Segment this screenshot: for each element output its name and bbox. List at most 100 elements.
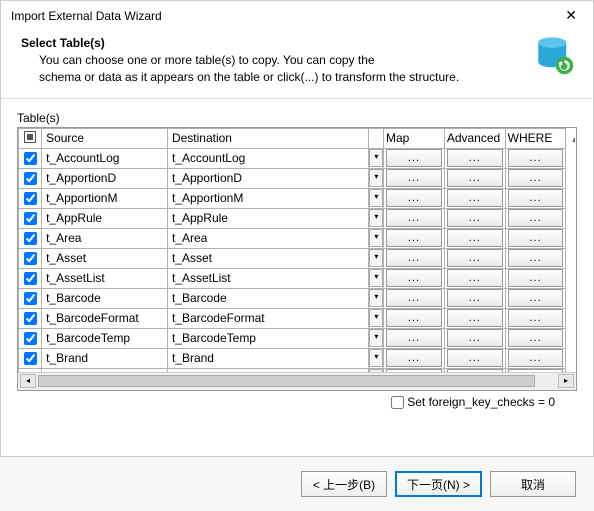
row-checkbox[interactable]: [24, 332, 37, 345]
destination-cell[interactable]: t_Barcode: [167, 288, 368, 308]
where-button[interactable]: ...: [508, 189, 564, 207]
advanced-button[interactable]: ...: [447, 189, 503, 207]
where-button[interactable]: ...: [508, 289, 564, 307]
map-button[interactable]: ...: [386, 329, 442, 347]
source-cell[interactable]: t_BarcodeTemp: [42, 328, 168, 348]
map-button[interactable]: ...: [386, 149, 442, 167]
col-where[interactable]: WHERE: [505, 128, 566, 148]
source-cell[interactable]: t_Brand: [42, 348, 168, 368]
row-checkbox[interactable]: [24, 312, 37, 325]
destination-dropdown-icon[interactable]: ▾: [369, 309, 383, 327]
grid-scroll-area[interactable]: Source Destination Map Advanced WHERE ▲ …: [18, 128, 576, 372]
row-checkbox[interactable]: [24, 192, 37, 205]
destination-dropdown-icon[interactable]: ▾: [369, 209, 383, 227]
hscroll-left-icon[interactable]: ◂: [20, 374, 36, 388]
advanced-button[interactable]: ...: [447, 309, 503, 327]
map-button[interactable]: ...: [386, 209, 442, 227]
where-button[interactable]: ...: [508, 209, 564, 227]
advanced-button[interactable]: ...: [447, 209, 503, 227]
close-icon[interactable]: ✕: [559, 7, 583, 24]
source-cell[interactable]: t_AppRule: [42, 208, 168, 228]
col-destination[interactable]: Destination: [167, 128, 368, 148]
hscroll-thumb[interactable]: [38, 375, 535, 387]
col-source[interactable]: Source: [42, 128, 168, 148]
where-button[interactable]: ...: [508, 349, 564, 367]
where-button[interactable]: ...: [508, 169, 564, 187]
destination-dropdown-icon[interactable]: ▾: [369, 349, 383, 367]
map-button[interactable]: ...: [386, 289, 442, 307]
row-checkbox[interactable]: [24, 212, 37, 225]
advanced-button[interactable]: ...: [447, 329, 503, 347]
where-button[interactable]: ...: [508, 369, 564, 372]
destination-cell[interactable]: t_Asset: [167, 248, 368, 268]
advanced-button[interactable]: ...: [447, 269, 503, 287]
destination-dropdown-icon[interactable]: ▾: [369, 269, 383, 287]
fk-checkbox[interactable]: [391, 396, 404, 409]
destination-cell[interactable]: t_Brand: [167, 348, 368, 368]
col-map[interactable]: Map: [384, 128, 445, 148]
destination-cell[interactable]: t_AccountLog: [167, 148, 368, 168]
row-checkbox[interactable]: [24, 152, 37, 165]
table-row: t_Areat_Area▾.........: [19, 228, 576, 248]
back-button[interactable]: < 上一步(B): [301, 471, 387, 497]
destination-cell[interactable]: t_BarcodeFormat: [167, 308, 368, 328]
hscroll-track[interactable]: [38, 375, 556, 387]
where-button[interactable]: ...: [508, 309, 564, 327]
row-checkbox[interactable]: [24, 292, 37, 305]
source-cell[interactable]: t_ApportionM: [42, 188, 168, 208]
table-row: t_Brandt_Brand▾.........: [19, 348, 576, 368]
destination-cell[interactable]: t_AssetList: [167, 268, 368, 288]
destination-cell[interactable]: t_ApportionM: [167, 188, 368, 208]
destination-cell[interactable]: t_BarcodeTemp: [167, 328, 368, 348]
advanced-button[interactable]: ...: [447, 229, 503, 247]
source-cell[interactable]: t_ApportionD: [42, 168, 168, 188]
horizontal-scrollbar[interactable]: ◂ ▸: [18, 372, 576, 390]
where-button[interactable]: ...: [508, 329, 564, 347]
advanced-button[interactable]: ...: [447, 149, 503, 167]
destination-cell[interactable]: t_Area: [167, 228, 368, 248]
source-cell[interactable]: t_Asset: [42, 248, 168, 268]
destination-cell[interactable]: t_ApportionD: [167, 168, 368, 188]
source-cell[interactable]: t_AssetList: [42, 268, 168, 288]
map-button[interactable]: ...: [386, 349, 442, 367]
destination-cell[interactable]: t_AppRule: [167, 208, 368, 228]
where-button[interactable]: ...: [508, 229, 564, 247]
destination-dropdown-icon[interactable]: ▾: [369, 229, 383, 247]
source-cell[interactable]: t_Area: [42, 228, 168, 248]
map-button[interactable]: ...: [386, 169, 442, 187]
row-checkbox[interactable]: [24, 352, 37, 365]
hscroll-right-icon[interactable]: ▸: [558, 374, 574, 388]
advanced-button[interactable]: ...: [447, 169, 503, 187]
advanced-button[interactable]: ...: [447, 369, 503, 372]
source-cell[interactable]: t_AccountLog: [42, 148, 168, 168]
map-button[interactable]: ...: [386, 309, 442, 327]
destination-dropdown-icon[interactable]: ▾: [369, 249, 383, 267]
source-cell[interactable]: t_Barcode: [42, 288, 168, 308]
destination-dropdown-icon[interactable]: ▾: [369, 149, 383, 167]
col-advanced[interactable]: Advanced: [444, 128, 505, 148]
map-button[interactable]: ...: [386, 249, 442, 267]
row-checkbox[interactable]: [24, 232, 37, 245]
destination-dropdown-icon[interactable]: ▾: [369, 329, 383, 347]
destination-dropdown-icon[interactable]: ▾: [369, 289, 383, 307]
map-button[interactable]: ...: [386, 369, 442, 372]
cancel-button[interactable]: 取消: [490, 471, 576, 497]
map-button[interactable]: ...: [386, 229, 442, 247]
advanced-button[interactable]: ...: [447, 249, 503, 267]
advanced-button[interactable]: ...: [447, 349, 503, 367]
next-button[interactable]: 下一页(N) >: [395, 471, 482, 497]
header-checkbox[interactable]: [19, 128, 42, 148]
row-checkbox[interactable]: [24, 172, 37, 185]
where-button[interactable]: ...: [508, 249, 564, 267]
fk-checkbox-label[interactable]: Set foreign_key_checks = 0: [391, 395, 555, 409]
row-checkbox[interactable]: [24, 252, 37, 265]
source-cell[interactable]: t_BarcodeFormat: [42, 308, 168, 328]
where-button[interactable]: ...: [508, 149, 564, 167]
destination-dropdown-icon[interactable]: ▾: [369, 189, 383, 207]
where-button[interactable]: ...: [508, 269, 564, 287]
destination-dropdown-icon[interactable]: ▾: [369, 169, 383, 187]
map-button[interactable]: ...: [386, 269, 442, 287]
row-checkbox[interactable]: [24, 272, 37, 285]
map-button[interactable]: ...: [386, 189, 442, 207]
advanced-button[interactable]: ...: [447, 289, 503, 307]
